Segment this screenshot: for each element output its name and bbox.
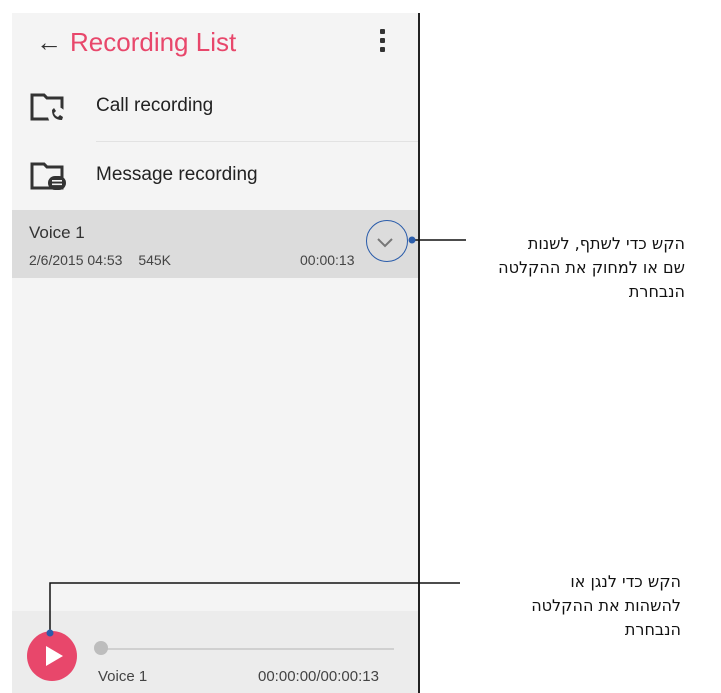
callout-line: הקש כדי לנגן או bbox=[570, 572, 681, 591]
play-callout-text: הקש כדי לנגן או להשהות את ההקלטה הנבחרת bbox=[531, 570, 681, 642]
callout-line: להשהות את ההקלטה bbox=[531, 596, 681, 615]
callout-line: הנבחרת bbox=[624, 620, 681, 639]
play-callout-dot bbox=[46, 629, 54, 637]
expand-callout-dot bbox=[408, 236, 416, 244]
play-callout-line bbox=[49, 582, 460, 633]
callout-line: הנבחרת bbox=[628, 282, 685, 301]
callout-line: הקש כדי לשתף, לשנות bbox=[527, 234, 685, 253]
expand-callout-text: הקש כדי לשתף, לשנות שם או למחוק את ההקלט… bbox=[498, 232, 685, 304]
callout-line: שם או למחוק את ההקלטה bbox=[498, 258, 685, 277]
